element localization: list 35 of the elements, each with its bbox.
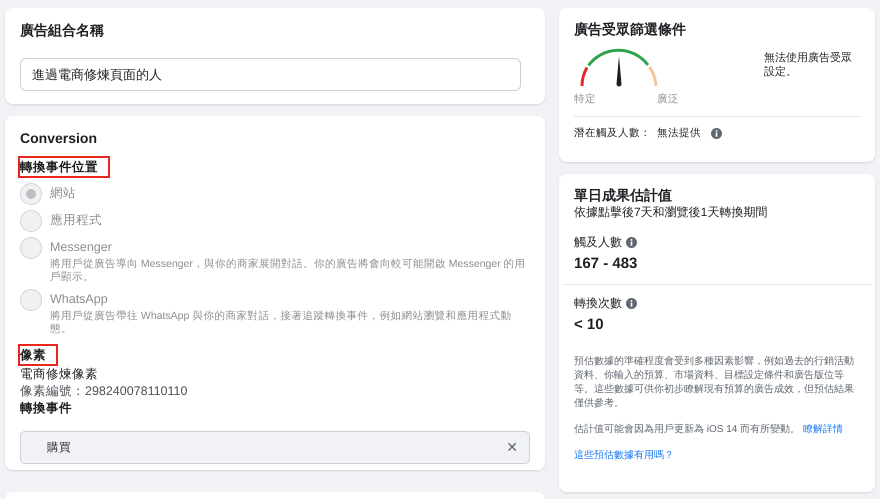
potential-reach-label: 潛在觸及人數： (574, 126, 651, 140)
section-heading: 轉換事件 (20, 400, 73, 417)
pixel-name: 電商修煉像素 (20, 366, 99, 383)
gauge-label: 特定 (574, 93, 596, 106)
gauge-label: 廣泛 (657, 93, 679, 106)
option-description: 將用戶從廣告帶往 WhatsApp 與你的商家對話，接著追蹤轉換事件，例如網站瀏覽和應用程式動態。 (50, 310, 512, 336)
metric-value: 167 - 483 (574, 254, 638, 274)
card-subtitle: 依據點擊後7天和瀏覽後1天轉換期間 (574, 204, 768, 220)
card-title: 廣告受眾篩選條件 (574, 20, 687, 38)
disclaimer-text: 預估數據的準確程度會受到多種因素影響，例如過去的行銷活動資料、你輸入的預算、市場資料、目標設定條件和廣告版位等等。這些數據可供你初步瞭解現有預算的廣告成效，但預估結果僅供參考。 (574, 355, 855, 411)
pixel-id: 像素編號：298240078110110 (20, 383, 188, 400)
metric-label: 觸及人數 (574, 234, 622, 250)
radio-label: 應用程式 (50, 212, 102, 229)
conversion-event-field[interactable]: 購買 ✕ (20, 431, 530, 464)
metric-value: < 10 (574, 315, 605, 335)
radio-label: Messenger (50, 239, 113, 256)
learn-more-link[interactable]: 瞭解詳情 (802, 424, 843, 435)
info-icon[interactable] (711, 128, 722, 138)
metric-label: 轉換次數 (574, 295, 622, 311)
radio-label: WhatsApp (50, 291, 109, 308)
card-title: 廣告組合名稱 (20, 21, 105, 39)
ios-note: 估計值可能會因為用戶更新為 iOS 14 而有所變動。 瞭解詳情 (574, 423, 844, 437)
feedback-link[interactable]: 這些預估數據有用嗎？ (574, 450, 674, 461)
card-title: 單日成果估計值 (574, 186, 673, 204)
section-heading: 轉換事件位置 (18, 156, 110, 178)
section-heading: 像素 (18, 344, 58, 366)
card-title: Conversion (20, 129, 98, 147)
potential-reach-value: 無法提供 (657, 126, 701, 140)
audience-message: 無法使用廣告受眾設定。 (764, 51, 853, 80)
radio-label: 網站 (50, 185, 76, 202)
info-icon[interactable] (626, 298, 637, 308)
ad-set-name-field[interactable]: 進過電商修煉頁面的人 (20, 58, 521, 91)
info-icon[interactable] (626, 236, 637, 248)
clear-button[interactable]: ✕ (506, 439, 518, 456)
option-description: 將用戶從廣告導向 Messenger，與你的商家展開對話。你的廣告將會向較可能開啟 Messenger 的用戶顯示。 (50, 258, 527, 284)
